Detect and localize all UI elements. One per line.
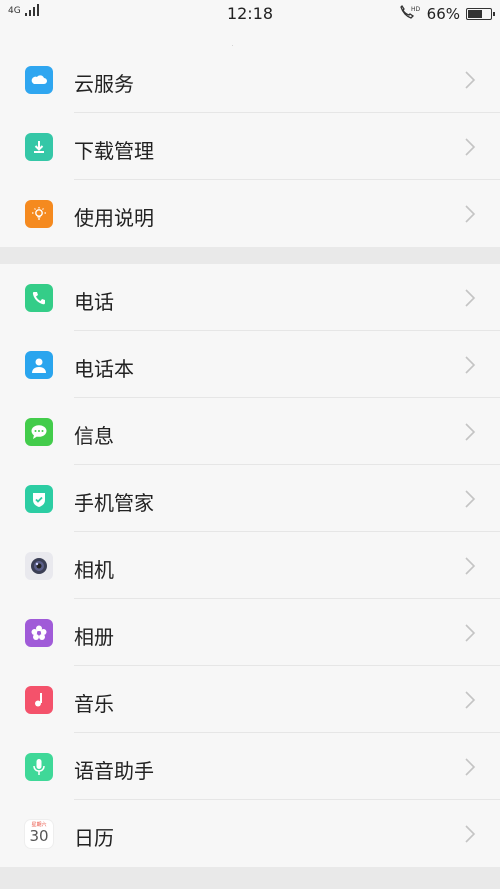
list-item-voice-assistant[interactable]: 语音助手 bbox=[0, 733, 500, 800]
chevron-right-icon bbox=[465, 138, 476, 156]
list-item-label: 相册 bbox=[74, 625, 114, 649]
download-icon bbox=[25, 133, 53, 161]
svg-text:HD: HD bbox=[411, 6, 421, 13]
list-item-instructions[interactable]: 使用说明 bbox=[0, 180, 500, 247]
chevron-right-icon bbox=[465, 423, 476, 441]
settings-group-2: 电话 电话本 信息 手机管家 相机 相册 音乐 语音助手 星期六 30 日历 bbox=[0, 264, 500, 867]
status-right: HD 66% bbox=[399, 4, 495, 24]
list-item-download-manager[interactable]: 下载管理 bbox=[0, 113, 500, 180]
music-icon bbox=[25, 686, 53, 714]
contacts-icon bbox=[25, 351, 53, 379]
list-item-label: 电话 bbox=[74, 290, 114, 314]
calendar-icon: 星期六 30 bbox=[25, 820, 53, 848]
settings-group-1: 云服务 下载管理 使用说明 bbox=[0, 46, 500, 247]
list-item-album[interactable]: 相册 bbox=[0, 599, 500, 666]
album-icon bbox=[25, 619, 53, 647]
list-item-label: 使用说明 bbox=[74, 206, 154, 230]
list-item-camera[interactable]: 相机 bbox=[0, 532, 500, 599]
list-item-label: 相机 bbox=[74, 558, 114, 582]
chevron-right-icon bbox=[465, 758, 476, 776]
list-item-label: 电话本 bbox=[74, 357, 134, 381]
list-item-phone[interactable]: 电话 bbox=[0, 264, 500, 331]
chevron-right-icon bbox=[465, 289, 476, 307]
chevron-right-icon bbox=[465, 356, 476, 374]
chevron-right-icon bbox=[465, 490, 476, 508]
lightbulb-icon bbox=[25, 200, 53, 228]
list-item-label: 手机管家 bbox=[74, 491, 154, 515]
chevron-right-icon bbox=[465, 624, 476, 642]
list-item-label: 云服务 bbox=[74, 72, 134, 96]
list-item-label: 信息 bbox=[74, 424, 114, 448]
shield-icon bbox=[25, 485, 53, 513]
chevron-right-icon bbox=[465, 71, 476, 89]
group-divider bbox=[0, 247, 500, 264]
list-item-cloud-service[interactable]: 云服务 bbox=[0, 46, 500, 113]
battery-icon bbox=[466, 8, 495, 20]
chevron-right-icon bbox=[465, 825, 476, 843]
chevron-right-icon bbox=[465, 691, 476, 709]
hd-call-icon: HD bbox=[399, 4, 421, 24]
group-divider bbox=[0, 867, 500, 889]
phone-icon bbox=[25, 284, 53, 312]
list-item-label: 下载管理 bbox=[74, 139, 154, 163]
cloud-icon bbox=[25, 66, 53, 94]
chevron-right-icon bbox=[465, 557, 476, 575]
battery-percent: 66% bbox=[426, 5, 460, 23]
list-item-calendar[interactable]: 星期六 30 日历 bbox=[0, 800, 500, 867]
list-item-label: 音乐 bbox=[74, 692, 114, 716]
list-item-label: 语音助手 bbox=[74, 759, 154, 783]
message-icon bbox=[25, 418, 53, 446]
chevron-right-icon bbox=[465, 205, 476, 223]
microphone-icon bbox=[25, 753, 53, 781]
list-item-messages[interactable]: 信息 bbox=[0, 398, 500, 465]
camera-icon bbox=[25, 552, 53, 580]
list-item-contacts[interactable]: 电话本 bbox=[0, 331, 500, 398]
calendar-day: 30 bbox=[29, 827, 49, 845]
list-item-phone-manager[interactable]: 手机管家 bbox=[0, 465, 500, 532]
list-item-label: 日历 bbox=[74, 826, 114, 850]
status-bar: 4G 12:18 HD 66% bbox=[0, 0, 500, 27]
list-item-music[interactable]: 音乐 bbox=[0, 666, 500, 733]
